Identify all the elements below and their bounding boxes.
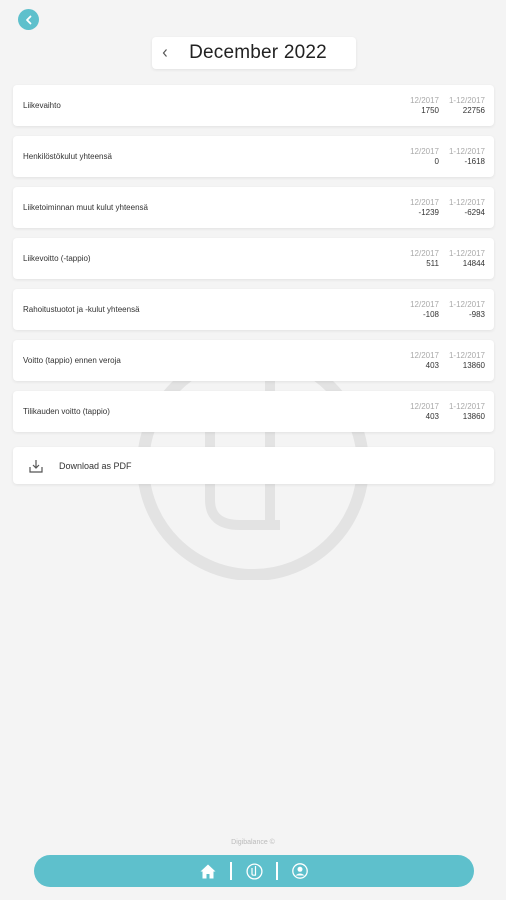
ytd-column: 1-12/2017 -6294	[447, 198, 485, 218]
ytd-column: 1-12/2017 13860	[447, 402, 485, 422]
ytd-column: 1-12/2017 13860	[447, 351, 485, 371]
row-values: 12/2017 1750 1-12/2017 22756	[401, 96, 494, 116]
row-label: Henkilöstökulut yhteensä	[23, 152, 112, 161]
month-value: 511	[426, 258, 439, 268]
row-values: 12/2017 -1239 1-12/2017 -6294	[401, 198, 494, 218]
month-column: 12/2017 403	[401, 351, 439, 371]
report-row[interactable]: Tilikauden voitto (tappio) 12/2017 403 1-12…	[13, 391, 494, 432]
report-row[interactable]: Rahoitustuotot ja -kulut yhteensä 12/2017…	[13, 289, 494, 330]
report-row[interactable]: Voitto (tappio) ennen veroja 12/2017 403 1-…	[13, 340, 494, 381]
footer-copyright: Digibalance ©	[231, 839, 275, 846]
month-period-label: 12/2017	[410, 350, 439, 360]
ytd-value: 13860	[462, 411, 485, 421]
download-label: Download as PDF	[59, 460, 132, 471]
month-column: 12/2017 -108	[401, 300, 439, 320]
ytd-value: -6294	[464, 207, 485, 217]
month-title: December 2022	[189, 42, 327, 63]
row-values: 12/2017 403 1-12/2017 13860	[401, 351, 494, 371]
report-row[interactable]: Liiketoiminnan muut kulut yhteensä 12/201…	[13, 187, 494, 228]
month-selector: December 2022	[152, 37, 356, 69]
ytd-period-label: 1-12/2017	[448, 299, 485, 309]
previous-month-button[interactable]	[152, 37, 178, 69]
row-values: 12/2017 403 1-12/2017 13860	[401, 402, 494, 422]
chevron-left-icon	[162, 49, 167, 57]
report-row[interactable]: Liikevaihto 12/2017 1750 1-12/2017 22756	[13, 85, 494, 126]
ytd-value: -1618	[464, 156, 485, 166]
month-period-label: 12/2017	[410, 197, 439, 207]
row-label: Liikevaihto	[23, 101, 61, 110]
row-label: Tilikauden voitto (tappio)	[23, 407, 110, 416]
month-value: 0	[434, 156, 439, 166]
month-column: 12/2017 403	[401, 402, 439, 422]
row-values: 12/2017 -108 1-12/2017 -983	[401, 300, 494, 320]
nav-profile-button[interactable]	[278, 855, 322, 887]
month-period-label: 12/2017	[410, 401, 439, 411]
row-values: 12/2017 511 1-12/2017 14844	[401, 249, 494, 269]
download-icon	[29, 459, 43, 473]
month-column: 12/2017 0	[401, 147, 439, 167]
month-value: 403	[425, 360, 439, 370]
ytd-period-label: 1-12/2017	[448, 146, 485, 156]
report-row[interactable]: Henkilöstökulut yhteensä 12/2017 0 1-12/201…	[13, 136, 494, 177]
ytd-period-label: 1-12/2017	[448, 95, 485, 105]
ytd-period-label: 1-12/2017	[448, 350, 485, 360]
report-list: Liikevaihto 12/2017 1750 1-12/2017 22756 Henk…	[13, 85, 494, 442]
ytd-column: 1-12/2017 -983	[447, 300, 485, 320]
ytd-period-label: 1-12/2017	[448, 401, 485, 411]
nav-dashboard-button[interactable]	[232, 855, 276, 887]
nav-home-button[interactable]	[186, 855, 230, 887]
row-label: Liikevoitto (-tappio)	[23, 254, 91, 263]
month-value: 403	[425, 411, 439, 421]
ytd-column: 1-12/2017 -1618	[447, 147, 485, 167]
month-period-label: 12/2017	[410, 248, 439, 258]
bottom-nav	[34, 855, 474, 887]
ytd-value: 14844	[462, 258, 485, 268]
ytd-period-label: 1-12/2017	[448, 248, 485, 258]
download-pdf-button[interactable]: Download as PDF	[13, 447, 494, 484]
ytd-column: 1-12/2017 22756	[447, 96, 485, 116]
back-button[interactable]	[18, 9, 39, 30]
month-value: 1750	[421, 105, 439, 115]
row-label: Voitto (tappio) ennen veroja	[23, 356, 121, 365]
row-label: Rahoitustuotot ja -kulut yhteensä	[23, 305, 140, 314]
ytd-value: 13860	[462, 360, 485, 370]
row-label: Liiketoiminnan muut kulut yhteensä	[23, 203, 148, 212]
ytd-period-label: 1-12/2017	[448, 197, 485, 207]
chevron-left-icon	[25, 15, 31, 24]
home-icon	[200, 864, 216, 878]
ytd-column: 1-12/2017 14844	[447, 249, 485, 269]
month-column: 12/2017 -1239	[401, 198, 439, 218]
month-value: -1239	[418, 207, 439, 217]
month-period-label: 12/2017	[410, 299, 439, 309]
ytd-value: -983	[468, 309, 485, 319]
profile-icon	[292, 863, 308, 879]
month-column: 12/2017 511	[401, 249, 439, 269]
month-period-label: 12/2017	[410, 146, 439, 156]
logo-icon	[245, 862, 263, 880]
month-column: 12/2017 1750	[401, 96, 439, 116]
month-period-label: 12/2017	[410, 95, 439, 105]
ytd-value: 22756	[462, 105, 485, 115]
month-value: -108	[422, 309, 439, 319]
row-values: 12/2017 0 1-12/2017 -1618	[401, 147, 494, 167]
report-row[interactable]: Liikevoitto (-tappio) 12/2017 511 1-12/2017…	[13, 238, 494, 279]
